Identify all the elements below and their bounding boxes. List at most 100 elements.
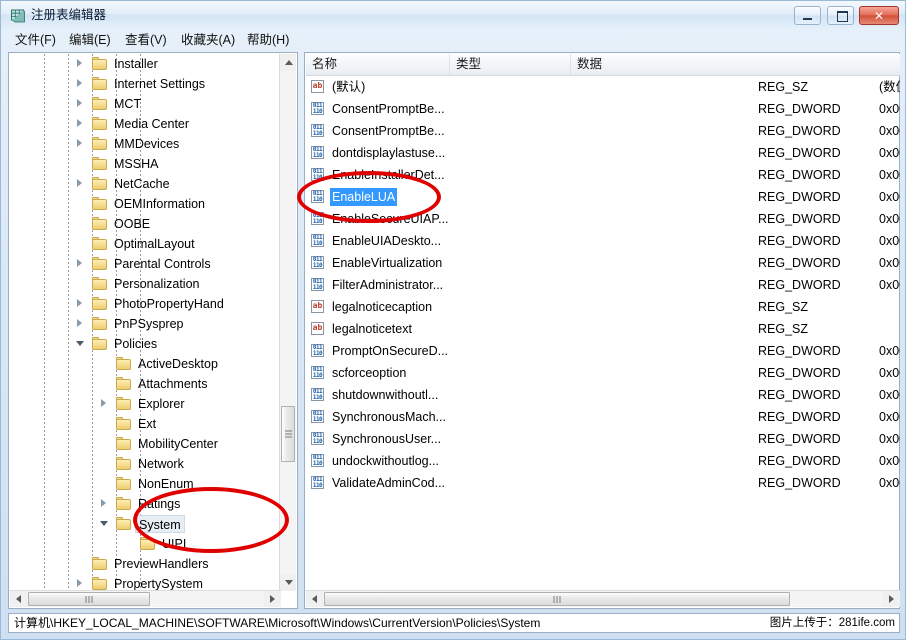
tree-expand-toggle-icon[interactable] [76, 99, 85, 108]
tree-node-mobilitycenter[interactable]: MobilityCenter [10, 434, 281, 454]
tree-expand-toggle-icon[interactable] [76, 79, 85, 88]
table-row[interactable]: 011110shutdownwithoutl...REG_DWORD0x0000… [306, 384, 900, 406]
maximize-button[interactable] [827, 6, 854, 25]
scroll-grip-icon [285, 431, 292, 438]
table-row[interactable]: 011110ValidateAdminCod...REG_DWORD0x0000… [306, 472, 900, 494]
tree-node-ext[interactable]: Ext [10, 414, 281, 434]
tree-node-oeminformation[interactable]: OEMInformation [10, 194, 281, 214]
value-type-cell: REG_DWORD [758, 142, 841, 164]
value-name-cell: scforceoption [330, 362, 408, 384]
menu-edit[interactable]: 编辑(E) [63, 31, 117, 49]
table-row[interactable]: ablegalnoticetextREG_SZ [306, 318, 900, 340]
menu-help[interactable]: 帮助(H) [241, 31, 295, 49]
tree-expand-toggle-icon[interactable] [76, 259, 85, 268]
tree-expand-toggle-icon[interactable] [100, 399, 109, 408]
table-row[interactable]: 011110EnableLUAREG_DWORD0x00000000 (0) [306, 186, 900, 208]
chevron-right-icon [889, 595, 894, 603]
table-row[interactable]: 011110EnableUIADeskto...REG_DWORD0x00000… [306, 230, 900, 252]
tree-expand-toggle-icon[interactable] [100, 499, 109, 508]
tree-node-previewhandlers[interactable]: PreviewHandlers [10, 554, 281, 574]
value-data-cell: 0x00000003 (3) [879, 120, 900, 142]
tree-collapse-toggle-icon[interactable] [100, 519, 109, 528]
tree-node-personalization[interactable]: Personalization [10, 274, 281, 294]
table-row[interactable]: 011110SynchronousMach...REG_DWORD0x00000… [306, 406, 900, 428]
tree-node-media-center[interactable]: Media Center [10, 114, 281, 134]
list-horizontal-scrollbar[interactable] [306, 590, 900, 607]
tree-horizontal-scrollbar[interactable] [10, 590, 281, 607]
tree-node-explorer[interactable]: Explorer [10, 394, 281, 414]
table-row[interactable]: 011110ConsentPromptBe...REG_DWORD0x00000… [306, 120, 900, 142]
tree-node-propertysystem[interactable]: PropertySystem [10, 574, 281, 591]
tree-node-oobe[interactable]: OOBE [10, 214, 281, 234]
tree-expand-toggle-icon[interactable] [76, 299, 85, 308]
tree-node-mmdevices[interactable]: MMDevices [10, 134, 281, 154]
table-row[interactable]: 011110FilterAdministrator...REG_DWORD0x0… [306, 274, 900, 296]
tree-scroll-left-button[interactable] [10, 591, 27, 607]
folder-icon [92, 117, 107, 130]
value-name-cell: SynchronousUser... [330, 428, 443, 450]
column-header-type[interactable]: 类型 [450, 54, 571, 75]
menu-file[interactable]: 文件(F) [9, 31, 62, 49]
window-title: 注册表编辑器 [31, 7, 106, 23]
tree-expand-toggle-icon[interactable] [76, 319, 85, 328]
menu-view[interactable]: 查看(V) [119, 31, 173, 49]
folder-icon [92, 237, 107, 250]
close-button[interactable]: ✕ [859, 6, 899, 25]
tree-scroll-thumb[interactable] [281, 406, 295, 462]
tree-node-installer[interactable]: Installer [10, 54, 281, 74]
tree-hscroll-thumb[interactable] [28, 592, 150, 606]
table-row[interactable]: 011110dontdisplaylastuse...REG_DWORD0x00… [306, 142, 900, 164]
tree-node-mssha[interactable]: MSSHA [10, 154, 281, 174]
tree-node-uipi[interactable]: UIPI [10, 534, 281, 554]
registry-value-list[interactable]: ab(默认)REG_SZ(数值未设置)011110ConsentPromptBe… [306, 76, 900, 591]
tree-node-nonenum[interactable]: NonEnum [10, 474, 281, 494]
registry-tree[interactable]: InstallerInternet SettingsMCTMedia Cente… [10, 54, 281, 591]
table-row[interactable]: 011110SynchronousUser...REG_DWORD0x00000… [306, 428, 900, 450]
tree-node-system[interactable]: System [10, 514, 281, 534]
tree-node-network[interactable]: Network [10, 454, 281, 474]
column-header-data[interactable]: 数据 [571, 54, 900, 75]
list-scroll-right-button[interactable] [883, 591, 900, 607]
table-row[interactable]: 011110EnableVirtualizationREG_DWORD0x000… [306, 252, 900, 274]
tree-node-policies[interactable]: Policies [10, 334, 281, 354]
tree-expand-toggle-icon[interactable] [76, 59, 85, 68]
value-name-cell: EnableInstallerDet... [330, 164, 447, 186]
dword-value-icon: 011110 [311, 278, 325, 292]
tree-node-netcache[interactable]: NetCache [10, 174, 281, 194]
table-row[interactable]: ab(默认)REG_SZ(数值未设置) [306, 76, 900, 98]
table-row[interactable]: 011110ConsentPromptBe...REG_DWORD0x00000… [306, 98, 900, 120]
list-hscroll-thumb[interactable] [324, 592, 790, 606]
tree-node-attachments[interactable]: Attachments [10, 374, 281, 394]
tree-node-mct[interactable]: MCT [10, 94, 281, 114]
tree-scroll-up-button[interactable] [280, 54, 296, 71]
table-row[interactable]: 011110PromptOnSecureD...REG_DWORD0x00000… [306, 340, 900, 362]
tree-node-pnpsysprep[interactable]: PnPSysprep [10, 314, 281, 334]
tree-node-parental-controls[interactable]: Parental Controls [10, 254, 281, 274]
tree-node-ratings[interactable]: Ratings [10, 494, 281, 514]
tree-node-optimallayout[interactable]: OptimalLayout [10, 234, 281, 254]
list-scroll-left-button[interactable] [306, 591, 323, 607]
column-header-name[interactable]: 名称 [306, 54, 450, 75]
minimize-button[interactable] [794, 6, 821, 25]
table-row[interactable]: 011110EnableInstallerDet...REG_DWORD0x00… [306, 164, 900, 186]
tree-node-photopropertyhand[interactable]: PhotoPropertyHand [10, 294, 281, 314]
table-row[interactable]: 011110EnableSecureUIAP...REG_DWORD0x0000… [306, 208, 900, 230]
window-controls: ✕ [792, 6, 899, 26]
tree-expand-toggle-icon[interactable] [76, 139, 85, 148]
tree-expand-toggle-icon[interactable] [76, 179, 85, 188]
tree-scroll-down-button[interactable] [280, 574, 296, 591]
tree-expand-toggle-icon[interactable] [76, 119, 85, 128]
menu-favorites[interactable]: 收藏夹(A) [175, 31, 241, 49]
table-row[interactable]: ablegalnoticecaptionREG_SZ [306, 296, 900, 318]
tree-collapse-toggle-icon[interactable] [76, 339, 85, 348]
tree-vertical-scrollbar[interactable] [279, 54, 296, 591]
tree-scroll-right-button[interactable] [264, 591, 281, 607]
tree-expand-toggle-icon[interactable] [76, 579, 85, 588]
table-row[interactable]: 011110scforceoptionREG_DWORD0x00000000 (… [306, 362, 900, 384]
table-row[interactable]: 011110undockwithoutlog...REG_DWORD0x0000… [306, 450, 900, 472]
value-type-cell: REG_SZ [758, 318, 808, 340]
tree-node-activedesktop[interactable]: ActiveDesktop [10, 354, 281, 374]
tree-node-internet-settings[interactable]: Internet Settings [10, 74, 281, 94]
value-name-cell: SynchronousMach... [330, 406, 448, 428]
folder-icon [92, 577, 107, 590]
